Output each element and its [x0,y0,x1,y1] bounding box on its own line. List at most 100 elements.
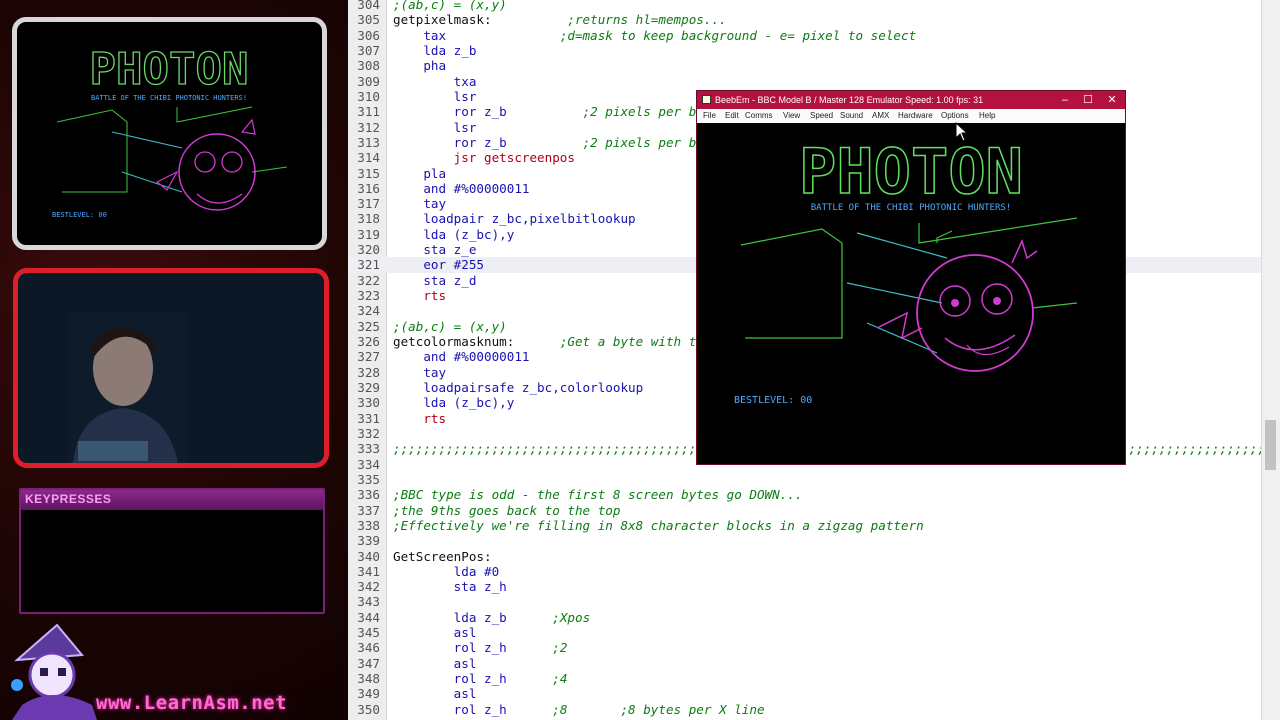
line-number: 346 [357,640,380,656]
menu-comms[interactable]: Comms [745,111,773,120]
code-text: asl [393,655,477,671]
emulator-screen[interactable]: PHOTON BATTLE OF THE CHIBI PHOTONIC HUNT… [697,123,1125,464]
code-text: rol z_h ;4 [393,671,568,687]
line-number: 327 [357,349,380,365]
line-number: 335 [357,471,380,487]
code-line[interactable]: 338 ;Effectively we're filling in 8x8 cha… [348,518,1262,533]
code-text: ;Effectively we're filling in 8x8 charac… [393,517,924,533]
menu-sound[interactable]: Sound [840,111,863,120]
code-line[interactable]: 343 [348,594,1262,609]
line-number: 344 [357,609,380,625]
line-number: 328 [357,364,380,380]
code-text: rts [393,410,447,426]
line-number: 329 [357,380,380,395]
code-text: asl [393,625,477,641]
code-text: tay [393,196,447,212]
code-text: ror z_b ;2 pixels per byte [393,134,720,150]
menu-hardware[interactable]: Hardware [898,111,933,120]
menu-speed[interactable]: Speed [810,111,833,120]
code-text: lda z_b [393,42,477,58]
game-subtitle: BATTLE OF THE CHIBI PHOTONIC HUNTERS! [811,203,1011,213]
code-line[interactable]: 345 asl [348,625,1262,640]
code-line[interactable]: 342 sta z_h [348,579,1262,594]
line-number: 313 [357,134,380,150]
code-text: loadpair z_bc,pixelbitlookup [393,211,636,227]
line-number: 338 [357,517,380,533]
menu-options[interactable]: Options [941,111,969,120]
code-line[interactable]: 346 rol z_h ;2 [348,640,1262,655]
code-line[interactable]: 348 rol z_h ;4 [348,671,1262,686]
code-line[interactable]: 309 txa [348,74,1262,89]
line-number: 308 [357,58,380,74]
game-title-screen: PHOTON BATTLE OF THE CHIBI PHOTONIC HUNT… [734,134,1078,406]
line-number: 322 [357,272,380,288]
code-line[interactable]: 350 rol z_h ;8 ;8 bytes per X line [348,702,1262,717]
line-number: 305 [357,12,380,28]
game-title: PHOTON [799,135,1023,208]
scrollbar-thumb[interactable] [1265,420,1276,470]
code-line[interactable]: 340 GetScreenPos: [348,549,1262,564]
line-number: 332 [357,425,380,441]
minimize-button[interactable]: – [1054,91,1076,109]
emulator-title: BeebEm - BBC Model B / Master 128 Emulat… [715,95,984,105]
line-number: 342 [357,579,380,595]
line-number: 307 [357,42,380,58]
code-line[interactable]: 308 pha [348,58,1262,73]
line-number: 339 [357,533,380,549]
code-line[interactable]: 304 ;(ab,c) = (x,y) [348,0,1262,12]
code-text: ;the 9ths goes back to the top [393,502,621,518]
line-number: 323 [357,288,380,304]
code-text: getpixelmask: ;returns hl=mempos... [393,12,727,28]
code-line[interactable]: 339 [348,533,1262,548]
code-line[interactable]: 335 [348,472,1262,487]
code-text: pla [393,165,447,181]
line-number: 314 [357,150,380,166]
keypresses-label: KEYPRESSES [21,490,323,510]
line-number: 343 [357,594,380,610]
close-button[interactable]: ✕ [1101,91,1123,109]
code-line[interactable]: 306 tax ;d=mask to keep background - e= … [348,28,1262,43]
game-status: BESTLEVEL: 00 [734,395,812,406]
vertical-scrollbar[interactable] [1261,0,1280,720]
line-number: 306 [357,27,380,43]
line-number: 333 [357,441,380,457]
menu-edit[interactable]: Edit [725,111,739,120]
menu-view[interactable]: View [783,111,800,120]
code-text: ror z_b ;2 pixels per byte [393,104,720,120]
line-number: 350 [357,701,380,717]
keypresses-panel: KEYPRESSES [19,488,325,614]
code-line[interactable]: 337 ;the 9ths goes back to the top [348,503,1262,518]
menu-help[interactable]: Help [979,111,995,120]
line-number: 318 [357,211,380,227]
code-line[interactable]: 344 lda z_b ;Xpos [348,610,1262,625]
line-number: 347 [357,655,380,671]
code-text: rol z_h ;2 [393,640,568,656]
line-number: 325 [357,318,380,334]
code-line[interactable]: 336 ;BBC type is odd - the first 8 screen… [348,487,1262,502]
code-text: and #%00000011 [393,180,530,196]
emulator-title-bar[interactable]: BeebEm - BBC Model B / Master 128 Emulat… [697,91,1125,109]
emulator-window[interactable]: BeebEm - BBC Model B / Master 128 Emulat… [697,91,1125,464]
line-number: 337 [357,502,380,518]
code-line[interactable]: 341 lda #0 [348,564,1262,579]
presenter-silhouette [68,313,188,463]
code-text: tay [393,364,447,380]
code-line[interactable]: 349 asl [348,686,1262,701]
maximize-button[interactable]: ☐ [1077,91,1099,109]
code-line[interactable]: 347 asl [348,656,1262,671]
menu-amx[interactable]: AMX [872,111,889,120]
code-text: lsr [393,88,477,104]
mouse-cursor-icon [955,122,969,142]
menu-file[interactable]: File [703,111,716,120]
line-number: 345 [357,625,380,641]
code-line[interactable]: 305 getpixelmask: ;returns hl=mempos... [348,12,1262,27]
site-banner: www.LearnAsm.net [96,692,288,714]
code-text: ;BBC type is odd - the first 8 screen by… [393,487,803,503]
app-icon [702,95,711,104]
line-number: 334 [357,456,380,472]
line-number: 312 [357,119,380,135]
code-line[interactable]: 307 lda z_b [348,43,1262,58]
code-text: GetScreenPos: [393,548,492,564]
code-text: sta z_h [393,579,507,595]
line-number: 330 [357,395,380,411]
